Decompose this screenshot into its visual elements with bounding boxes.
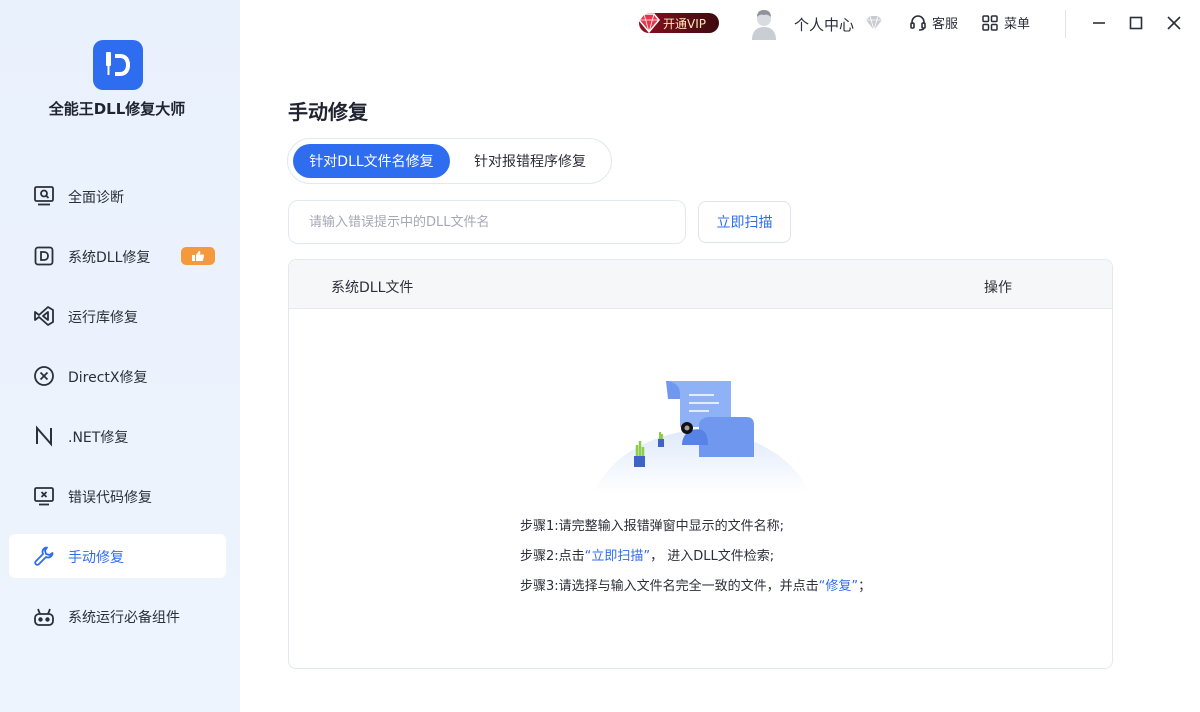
step-1-text: 步骤1:请完整输入报错弹窗中显示的文件名称; <box>520 519 785 534</box>
step-3-suffix: ； <box>858 579 872 594</box>
page-title: 手动修复 <box>288 100 368 124</box>
sidebar-item-label: 错误代码修复 <box>68 490 152 506</box>
step-2-prefix: 步骤2:点击 <box>520 549 585 564</box>
service-label: 客服 <box>932 17 959 32</box>
table-header: 系统DLL文件 操作 <box>289 260 1112 309</box>
sidebar-item-runtime[interactable]: 运行库修复 <box>9 294 226 338</box>
maximize-icon[interactable] <box>1126 13 1146 33</box>
empty-state-illustration <box>594 375 809 495</box>
dll-file-table: 系统DLL文件 操作 步骤1:请完整输入报错弹窗中显示的文件名称; 步骤2:点击… <box>288 259 1113 669</box>
error-code-icon <box>33 485 55 507</box>
sidebar-item-label: 系统DLL修复 <box>68 250 151 266</box>
headset-icon <box>910 14 926 31</box>
sidebar-item-label: 运行库修复 <box>68 310 138 326</box>
avatar[interactable] <box>750 8 778 40</box>
directx-icon <box>33 365 55 387</box>
app-title: 全能王DLL修复大师 <box>48 100 186 118</box>
instructions: 步骤1:请完整输入报错弹窗中显示的文件名称; 步骤2:点击“立即扫描”， 进入D… <box>520 512 871 602</box>
components-icon <box>33 605 55 627</box>
step-3: 步骤3:请选择与输入文件名完全一致的文件，并点击“修复”； <box>520 572 871 602</box>
sidebar-item-system-dll[interactable]: 系统DLL修复 <box>9 234 226 278</box>
wrench-icon <box>33 545 55 567</box>
diagnose-icon <box>33 185 55 207</box>
step-3-repair-link[interactable]: “修复” <box>819 579 858 594</box>
sidebar-item-label: 手动修复 <box>68 550 124 566</box>
sidebar-item-dotnet[interactable]: .NET修复 <box>9 414 226 458</box>
divider <box>1065 10 1066 38</box>
runtime-icon <box>33 305 55 327</box>
thumbs-up-icon <box>181 247 215 265</box>
tab-dll-filename[interactable]: 针对DLL文件名修复 <box>293 144 450 178</box>
gem-icon <box>637 12 661 34</box>
step-2-scan-link[interactable]: “立即扫描” <box>585 549 650 564</box>
sidebar-item-label: .NET修复 <box>68 430 129 446</box>
sidebar-item-directx[interactable]: DirectX修复 <box>9 354 226 398</box>
step-2-suffix: ， 进入DLL文件检索; <box>650 549 775 564</box>
user-center-link[interactable]: 个人中心 <box>794 14 854 35</box>
menu-label: 菜单 <box>1004 17 1031 32</box>
column-header-action: 操作 <box>984 280 1012 296</box>
sidebar-item-full-diagnosis[interactable]: 全面诊断 <box>9 174 226 218</box>
vip-label: 开通VIP <box>663 16 706 31</box>
sidebar-item-system-components[interactable]: 系统运行必备组件 <box>9 594 226 638</box>
tab-error-program[interactable]: 针对报错程序修复 <box>455 144 605 178</box>
scan-now-button[interactable]: 立即扫描 <box>698 201 791 243</box>
open-vip-button[interactable]: 开通VIP <box>637 12 719 34</box>
sidebar: 全能王DLL修复大师 全面诊断 系统DLL修复 运行库修复 DirectX修复 … <box>0 0 240 712</box>
column-header-dll-file: 系统DLL文件 <box>331 280 414 296</box>
step-2: 步骤2:点击“立即扫描”， 进入DLL文件检索; <box>520 542 871 572</box>
app-logo-icon <box>93 40 143 90</box>
minimize-icon[interactable] <box>1089 13 1109 33</box>
sidebar-item-manual-repair[interactable]: 手动修复 <box>9 534 226 578</box>
title-bar: 开通VIP 个人中心 客服 菜单 <box>240 0 1200 46</box>
diamond-icon <box>865 15 883 31</box>
close-icon[interactable] <box>1164 13 1184 33</box>
step-3-prefix: 步骤3:请选择与输入文件名完全一致的文件，并点击 <box>520 579 819 594</box>
step-1: 步骤1:请完整输入报错弹窗中显示的文件名称; <box>520 512 871 542</box>
repair-mode-tabs: 针对DLL文件名修复 针对报错程序修复 <box>287 138 612 184</box>
dotnet-icon <box>33 425 55 447</box>
sidebar-item-label: 全面诊断 <box>68 190 124 206</box>
sidebar-item-error-code[interactable]: 错误代码修复 <box>9 474 226 518</box>
customer-service-button[interactable]: 客服 <box>909 13 958 32</box>
grid-icon <box>982 14 998 31</box>
dll-filename-input[interactable] <box>288 200 686 244</box>
sidebar-item-label: DirectX修复 <box>68 370 148 386</box>
sidebar-item-label: 系统运行必备组件 <box>68 610 180 626</box>
dll-icon <box>33 245 55 267</box>
menu-button[interactable]: 菜单 <box>981 13 1030 32</box>
